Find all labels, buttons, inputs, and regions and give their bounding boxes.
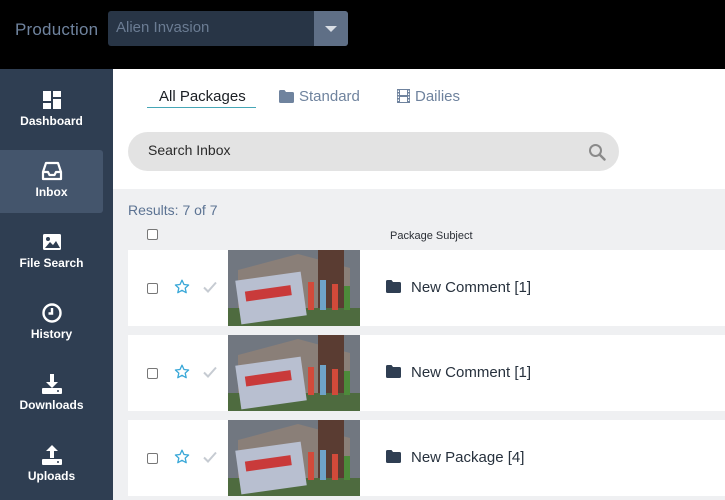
sidebar-item-label: Dashboard bbox=[20, 114, 83, 128]
package-thumbnail[interactable] bbox=[228, 420, 360, 496]
checkmark-icon[interactable] bbox=[203, 281, 217, 293]
sidebar-item-downloads[interactable]: Downloads bbox=[0, 363, 103, 426]
sidebar: Dashboard Inbox File Search History Down… bbox=[0, 69, 113, 500]
table-row[interactable]: New Comment [1] bbox=[128, 335, 725, 411]
download-icon bbox=[0, 373, 103, 395]
package-subject[interactable]: New Comment [1] bbox=[411, 279, 531, 296]
table-row[interactable]: New Comment [1] bbox=[128, 250, 725, 326]
package-thumbnail[interactable] bbox=[228, 335, 360, 411]
row-checkbox[interactable] bbox=[147, 368, 158, 379]
inbox-icon bbox=[0, 160, 103, 182]
search-icon[interactable] bbox=[588, 143, 606, 161]
sidebar-item-label: Downloads bbox=[19, 398, 84, 412]
sidebar-item-file-search[interactable]: File Search bbox=[0, 221, 103, 284]
checkmark-icon[interactable] bbox=[203, 451, 217, 463]
production-select-value: Alien Invasion bbox=[116, 19, 210, 36]
sidebar-item-label: Uploads bbox=[27, 469, 76, 483]
package-subject[interactable]: New Comment [1] bbox=[411, 364, 531, 381]
tab-standard[interactable]: Standard bbox=[279, 88, 360, 107]
folder-icon bbox=[386, 450, 401, 463]
package-list: Results: 7 of 7 Package Subject New Comm… bbox=[113, 189, 725, 500]
star-icon[interactable] bbox=[174, 449, 190, 465]
star-icon[interactable] bbox=[174, 364, 190, 380]
upload-icon bbox=[0, 444, 103, 466]
results-count: Results: 7 of 7 bbox=[128, 202, 218, 218]
film-icon bbox=[397, 89, 410, 107]
top-bar: Production Alien Invasion bbox=[0, 0, 725, 69]
main-content: All Packages Standard Dailies Results: 7… bbox=[113, 69, 725, 500]
sidebar-item-label: File Search bbox=[19, 256, 84, 270]
clock-icon bbox=[0, 302, 103, 324]
search-input[interactable] bbox=[148, 142, 568, 158]
table-row[interactable]: New Package [4] bbox=[128, 420, 725, 496]
production-select[interactable]: Alien Invasion bbox=[108, 11, 348, 46]
sidebar-item-history[interactable]: History bbox=[0, 292, 103, 355]
folder-icon bbox=[386, 280, 401, 293]
sidebar-item-uploads[interactable]: Uploads bbox=[0, 434, 103, 497]
folder-icon bbox=[386, 365, 401, 378]
tab-bar: All Packages Standard Dailies bbox=[113, 69, 725, 119]
sidebar-item-inbox[interactable]: Inbox bbox=[0, 150, 103, 213]
sidebar-item-label: Inbox bbox=[35, 185, 68, 199]
row-checkbox[interactable] bbox=[147, 283, 158, 294]
chevron-down-icon[interactable] bbox=[314, 11, 348, 46]
sidebar-item-dashboard[interactable]: Dashboard bbox=[0, 79, 103, 142]
checkmark-icon[interactable] bbox=[203, 366, 217, 378]
star-icon[interactable] bbox=[174, 279, 190, 295]
tab-standard-label: Standard bbox=[299, 88, 360, 105]
tab-dailies-label: Dailies bbox=[415, 88, 461, 105]
sidebar-item-label: History bbox=[30, 327, 73, 341]
row-checkbox[interactable] bbox=[147, 453, 158, 464]
tab-dailies[interactable]: Dailies bbox=[397, 88, 460, 107]
folder-icon bbox=[279, 90, 294, 107]
select-all-checkbox[interactable] bbox=[147, 229, 158, 240]
dashboard-icon bbox=[0, 89, 103, 111]
column-header-subject: Package Subject bbox=[390, 230, 473, 242]
tab-all-packages[interactable]: All Packages bbox=[159, 88, 246, 105]
package-thumbnail[interactable] bbox=[228, 250, 360, 326]
active-tab-indicator bbox=[147, 107, 256, 108]
package-subject[interactable]: New Package [4] bbox=[411, 449, 524, 466]
production-label: Production bbox=[15, 20, 99, 39]
search-bar bbox=[128, 132, 619, 171]
image-icon bbox=[0, 231, 103, 253]
